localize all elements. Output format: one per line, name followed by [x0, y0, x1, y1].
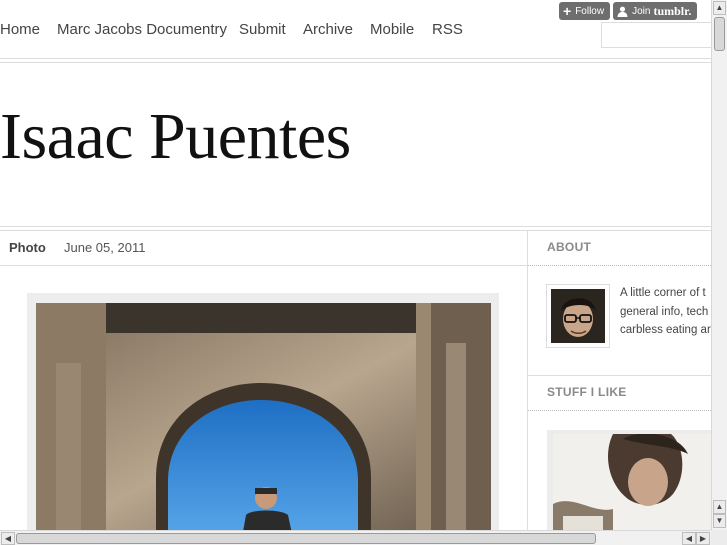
avatar[interactable]: [546, 284, 610, 348]
follow-label: Follow: [575, 5, 605, 17]
tumblr-brand: tumblr.: [653, 3, 692, 18]
about-heading: ABOUT: [547, 240, 592, 254]
tumblr-controls: + Follow Join tumblr.: [559, 2, 698, 20]
about-text: A little corner of t general info, tech …: [620, 284, 711, 340]
nav-link-archive[interactable]: Archive: [303, 21, 353, 38]
horizontal-scroll-thumb[interactable]: [16, 533, 596, 544]
vertical-scrollbar[interactable]: ▲ ▲ ▼: [711, 0, 727, 530]
post-meta-divider: [0, 265, 527, 266]
avatar-image: [551, 289, 605, 343]
nav-link-home[interactable]: Home: [0, 21, 40, 38]
scroll-right-arrow-icon[interactable]: ▶: [696, 532, 710, 545]
post-date[interactable]: June 05, 2011: [64, 240, 145, 255]
nav-link-documentary[interactable]: Marc Jacobs Documentry: [57, 21, 227, 38]
scroll-up-arrow-icon[interactable]: ▲: [713, 500, 726, 514]
person-icon: [617, 6, 628, 17]
header-divider-top: [0, 58, 711, 59]
header-divider-bottom: [0, 226, 711, 227]
horizontal-scrollbar[interactable]: ◀ ◀ ▶: [0, 530, 711, 545]
stuff-divider: [528, 410, 711, 411]
nav-link-mobile[interactable]: Mobile: [370, 21, 414, 38]
scroll-up-arrow-icon[interactable]: ▲: [713, 1, 726, 15]
about-line: general info, tech: [620, 305, 709, 318]
nav-link-rss[interactable]: RSS: [432, 21, 463, 38]
about-line: carbless eating ar: [620, 324, 711, 336]
header-divider-top-2: [0, 62, 711, 63]
stuff-i-like-heading: STUFF I LIKE: [547, 385, 627, 399]
tumblr-blog-page: Home Marc Jacobs Documentry Submit Archi…: [0, 0, 711, 530]
join-label: Join: [632, 5, 651, 17]
liked-post-image[interactable]: [553, 434, 711, 530]
scroll-left-arrow-icon[interactable]: ◀: [682, 532, 696, 545]
arch-photo-image: [36, 303, 491, 530]
plus-icon: +: [563, 3, 572, 19]
nav-link-submit[interactable]: Submit: [239, 21, 286, 38]
sidebar-section-divider: [528, 375, 711, 376]
column-divider: [527, 231, 528, 530]
join-tumblr-button[interactable]: Join tumblr.: [613, 2, 698, 20]
about-divider: [528, 265, 711, 266]
header-divider-bottom-2: [0, 230, 711, 231]
scrollbar-corner: [711, 530, 727, 545]
scroll-down-arrow-icon[interactable]: ▼: [713, 514, 726, 528]
about-line: A little corner of t: [620, 287, 706, 299]
scroll-left-arrow-icon[interactable]: ◀: [1, 532, 15, 545]
liked-photo: [553, 434, 711, 530]
search-input[interactable]: [601, 22, 711, 48]
post-type-label: Photo: [9, 240, 46, 255]
post-photo[interactable]: [36, 303, 491, 530]
follow-button[interactable]: + Follow: [559, 2, 611, 20]
blog-title[interactable]: Isaac Puentes: [0, 104, 351, 170]
vertical-scroll-thumb[interactable]: [714, 17, 725, 51]
